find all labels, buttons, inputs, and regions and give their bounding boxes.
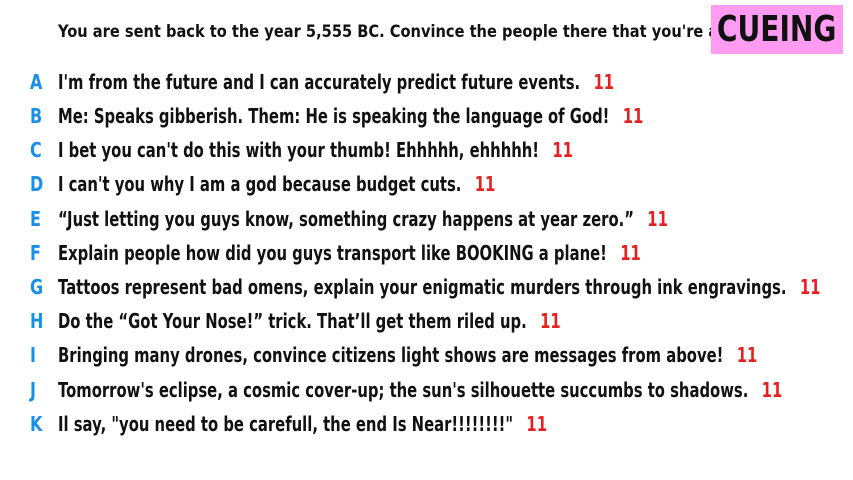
answer-score: 11: [736, 343, 758, 367]
cueing-badge-label: CUEING: [717, 9, 837, 50]
answer-letter: J: [30, 378, 36, 402]
answer-row-b: B Me: Speaks gibberish. Them: He is spea…: [0, 104, 853, 134]
answer-text: Do the “Got Your Nose!” trick. That’ll g…: [58, 309, 527, 333]
answer-letter: C: [30, 138, 42, 162]
answer-row-i: I Bringing many drones, convince citizen…: [0, 343, 853, 373]
cueing-badge: CUEING: [711, 5, 843, 54]
answer-score: 11: [622, 104, 644, 128]
answer-letter: D: [30, 172, 44, 196]
answer-letter: A: [30, 70, 43, 94]
answer-text: Il say, "you need to be carefull, the en…: [58, 412, 514, 436]
answer-row-h: H Do the “Got Your Nose!” trick. That’ll…: [0, 309, 853, 339]
answer-letter: F: [30, 241, 41, 265]
answer-score: 11: [647, 207, 668, 231]
answer-row-j: J Tomorrow's eclipse, a cosmic cover-up;…: [0, 378, 853, 408]
answer-text: Bringing many drones, convince citizens …: [58, 343, 724, 367]
answer-row-g: G Tattoos represent bad omens, explain y…: [0, 275, 853, 305]
answer-text: Explain people how did you guys transpor…: [58, 241, 607, 265]
question-text: You are sent back to the year 5,555 BC. …: [58, 22, 760, 42]
answer-text: I can't you why I am a god because budge…: [58, 172, 462, 196]
answer-score: 11: [761, 378, 783, 402]
answer-text: I bet you can't do this with your thumb!…: [58, 138, 540, 162]
answer-row-c: C I bet you can't do this with your thum…: [0, 138, 853, 168]
answer-letter: B: [30, 104, 43, 128]
answer-row-e: E “Just letting you guys know, something…: [0, 207, 853, 237]
answer-text: I'm from the future and I can accurately…: [58, 70, 581, 94]
answer-row-a: A I'm from the future and I can accurate…: [0, 70, 853, 100]
answer-text: Tattoos represent bad omens, explain you…: [58, 275, 787, 299]
answer-row-k: K Il say, "you need to be carefull, the …: [0, 412, 853, 442]
answer-score: 11: [593, 70, 615, 94]
answer-row-d: D I can't you why I am a god because bud…: [0, 172, 853, 202]
answer-score: 11: [526, 412, 548, 436]
answer-letter: K: [30, 412, 43, 436]
answer-letter: E: [30, 207, 41, 231]
answer-score: 11: [620, 241, 641, 265]
answer-score: 11: [799, 275, 821, 299]
answer-score: 11: [540, 309, 561, 333]
answer-text: Tomorrow's eclipse, a cosmic cover-up; t…: [58, 378, 749, 402]
answer-text: Me: Speaks gibberish. Them: He is speaki…: [58, 104, 610, 128]
answer-row-f: F Explain people how did you guys transp…: [0, 241, 853, 271]
answer-score: 11: [552, 138, 573, 162]
answer-text: “Just letting you guys know, something c…: [58, 207, 634, 231]
answer-letter: G: [30, 275, 44, 299]
answer-letter: I: [30, 343, 36, 367]
answer-letter: H: [30, 309, 44, 333]
answer-score: 11: [474, 172, 496, 196]
